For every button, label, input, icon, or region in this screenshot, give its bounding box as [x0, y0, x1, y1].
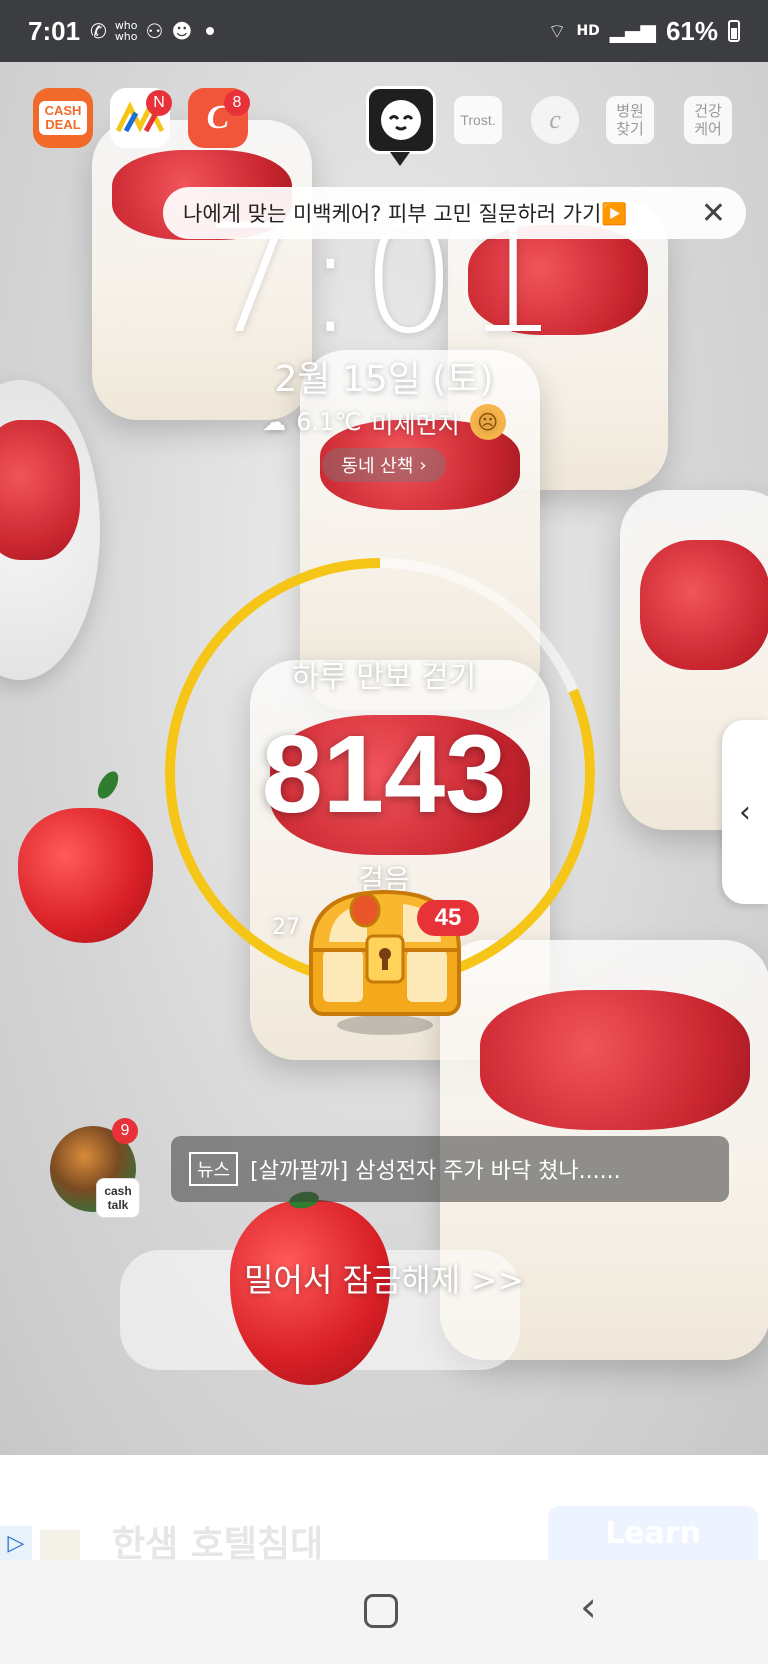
status-time: 7:01: [28, 15, 81, 46]
network-type: HD: [576, 23, 600, 39]
promo-banner-text[interactable]: 나에게 맞는 미백케어? 피부 고민 질문하러 가기▶️: [183, 198, 691, 228]
cloud-icon: ☁: [262, 408, 287, 436]
news-ticker[interactable]: 뉴스 [살까팔까] 삼성전자 주가 바닥 쳤나......: [171, 1136, 729, 1202]
chest-badge: 45: [417, 900, 479, 936]
skincare-app-icon[interactable]: [366, 86, 436, 154]
lockscreen-date: 2월 15일 (토): [274, 359, 494, 400]
trost-app-icon[interactable]: Trost.: [454, 96, 502, 144]
close-icon[interactable]: ✕: [701, 196, 726, 231]
status-bar: 7:01 ✆ who who ⚇ ☻ ⌔ HD ▂▄▆ 61%: [0, 0, 768, 62]
steps-count: 8143: [261, 713, 507, 836]
wifi-icon: ⌔: [547, 18, 567, 43]
cashtalk-badge: 9: [112, 1118, 138, 1144]
game-icon: ☻: [171, 19, 193, 43]
temperature: 6.1℃: [296, 408, 362, 436]
battery-icon: [728, 20, 740, 42]
edge-panel-handle[interactable]: ‹: [722, 720, 768, 904]
notification-dot: [206, 27, 215, 35]
call-forward-icon: ✆: [90, 19, 107, 43]
dust-label: 미세먼지: [371, 410, 460, 439]
tooltip-tail: [390, 152, 410, 166]
mask-face-icon: [381, 100, 421, 140]
chevron-left-icon: ‹: [739, 794, 751, 830]
hospital-finder-icon[interactable]: 병원 찾기: [606, 96, 654, 144]
chevron-right-icon: ›: [419, 454, 427, 476]
coin-app-icon[interactable]: c: [531, 96, 579, 144]
health-care-label: 건강 케어: [694, 102, 722, 138]
walk-pill-label: 동네 산책: [341, 456, 414, 477]
weather-row: ☁ 6.1℃ 미세먼지 ☹: [0, 404, 768, 440]
swipe-to-unlock[interactable]: 밀어서 잠금해제 >>: [0, 1255, 768, 1301]
back-button[interactable]: ‹: [580, 1586, 597, 1628]
cash-deal-label: CASH DEAL: [39, 101, 87, 135]
trost-label: Trost.: [460, 112, 496, 128]
ad-play-icon[interactable]: ▷: [0, 1526, 32, 1560]
hospital-finder-label: 병원 찾기: [616, 102, 644, 138]
battery-percent: 61%: [665, 15, 718, 46]
promo-banner[interactable]: 나에게 맞는 미백케어? 피부 고민 질문하러 가기▶️ ✕: [163, 187, 746, 239]
coin-c-icon: c: [549, 105, 561, 134]
dust-bad-face-icon: ☹: [469, 404, 506, 440]
whowho-icon: who who: [114, 19, 138, 43]
news-headline[interactable]: [살까팔까] 삼성전자 주가 바닥 쳤나......: [250, 1153, 620, 1185]
neighborhood-walk-button[interactable]: 동네 산책 ›: [322, 448, 446, 482]
record-icon: ⚇: [145, 19, 164, 43]
cash-deal-app-icon[interactable]: CASH DEAL: [33, 88, 93, 148]
ad-learn-button[interactable]: Learn: [548, 1506, 758, 1560]
home-button[interactable]: [364, 1594, 398, 1628]
steps-title: 하루 만보 걷기: [291, 660, 477, 695]
ad-thumbnail: [40, 1530, 80, 1560]
signal-icon: ▂▄▆: [609, 19, 656, 43]
nol-badge: N: [146, 90, 172, 116]
news-tag: 뉴스: [189, 1152, 239, 1186]
health-care-icon[interactable]: 건강 케어: [684, 96, 732, 144]
cashslide-badge: 8: [224, 90, 250, 116]
cashtalk-logo: cash talk: [96, 1178, 140, 1218]
